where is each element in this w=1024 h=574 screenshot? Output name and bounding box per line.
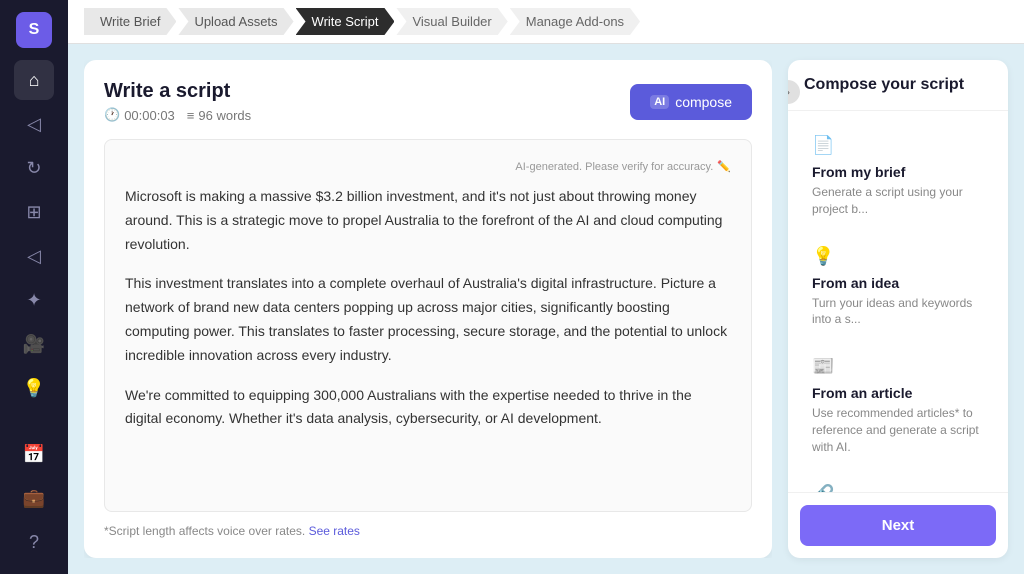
time-display: 🕐 00:00:03 (104, 107, 175, 123)
step-manage-addons[interactable]: Manage Add-ons (510, 8, 640, 35)
script-paragraph-2: This investment translates into a comple… (125, 272, 731, 367)
see-rates-link[interactable]: See rates (309, 524, 360, 538)
script-content[interactable]: AI-generated. Please verify for accuracy… (104, 139, 752, 512)
content-area: Write a script 🕐 00:00:03 ≡ 96 words (68, 44, 1024, 574)
link-icon: 🔗 (812, 484, 984, 492)
script-paragraph-3: We're committed to equipping 300,000 Aus… (125, 384, 731, 432)
sidebar-item-briefcase[interactable]: 💼 (14, 478, 54, 518)
main-area: Write Brief Upload Assets Write Script V… (68, 0, 1024, 574)
compose-options: 📄 From my brief Generate a script using … (788, 111, 1008, 492)
editor-title: Write a script (104, 80, 251, 103)
edit-icon[interactable]: ✏️ (717, 160, 731, 173)
clock-icon: 🕐 (104, 107, 120, 123)
editor-panel: Write a script 🕐 00:00:03 ≡ 96 words (84, 60, 772, 558)
stepper-bar: Write Brief Upload Assets Write Script V… (68, 0, 1024, 44)
compose-panel-header: Compose your script (788, 60, 1008, 111)
editor-header: Write a script 🕐 00:00:03 ≡ 96 words (104, 80, 752, 123)
idea-icon: 💡 (812, 246, 984, 267)
step-upload-assets[interactable]: Upload Assets (178, 8, 293, 35)
sidebar-item-calendar[interactable]: 📅 (14, 434, 54, 474)
next-button[interactable]: Next (800, 505, 996, 546)
compose-option-article[interactable]: 📰 From an article Use recommended articl… (800, 344, 996, 467)
script-text[interactable]: Microsoft is making a massive $3.2 billi… (125, 185, 731, 431)
sidebar-item-help[interactable]: ? (14, 522, 54, 562)
sidebar-item-magic[interactable]: ✦ (14, 280, 54, 320)
sidebar: S ⌂ ◁ ↻ ⊞ ◁ ✦ 🎥 💡 📅 💼 ? (0, 0, 68, 574)
ai-badge: AI (650, 95, 669, 109)
script-footer: *Script length affects voice over rates.… (104, 524, 752, 538)
lines-icon: ≡ (187, 108, 195, 123)
editor-meta: 🕐 00:00:03 ≡ 96 words (104, 107, 251, 123)
compose-option-link[interactable]: 🔗 From a link Enter a web address* to re… (800, 472, 996, 492)
sidebar-item-refresh[interactable]: ↻ (14, 148, 54, 188)
sidebar-bottom: 📅 💼 ? (14, 434, 54, 562)
article-icon: 📰 (812, 356, 984, 377)
word-count-display: ≡ 96 words (187, 108, 251, 123)
step-write-script[interactable]: Write Script (296, 8, 395, 35)
stepper-steps: Write Brief Upload Assets Write Script V… (84, 8, 642, 35)
step-write-brief[interactable]: Write Brief (84, 8, 176, 35)
sidebar-item-camera[interactable]: 🎥 (14, 324, 54, 364)
compose-panel: › Compose your script 📄 From my brief Ge… (788, 60, 1008, 558)
ai-notice: AI-generated. Please verify for accuracy… (125, 160, 731, 173)
sidebar-item-back[interactable]: ◁ (14, 236, 54, 276)
sidebar-item-home[interactable]: ⌂ (14, 60, 54, 100)
editor-title-group: Write a script 🕐 00:00:03 ≡ 96 words (104, 80, 251, 123)
compose-option-idea[interactable]: 💡 From an idea Turn your ideas and keywo… (800, 234, 996, 341)
script-paragraph-1: Microsoft is making a massive $3.2 billi… (125, 185, 731, 256)
compose-panel-footer: Next (788, 492, 1008, 558)
brief-icon: 📄 (812, 135, 984, 156)
step-visual-builder[interactable]: Visual Builder (396, 8, 507, 35)
sidebar-item-share[interactable]: ◁ (14, 104, 54, 144)
editor-card: Write a script 🕐 00:00:03 ≡ 96 words (84, 60, 772, 558)
compose-option-brief[interactable]: 📄 From my brief Generate a script using … (800, 123, 996, 230)
sidebar-item-lightbulb[interactable]: 💡 (14, 368, 54, 408)
compose-button[interactable]: AI compose (630, 84, 752, 120)
sidebar-item-layout[interactable]: ⊞ (14, 192, 54, 232)
app-logo: S (16, 12, 52, 48)
